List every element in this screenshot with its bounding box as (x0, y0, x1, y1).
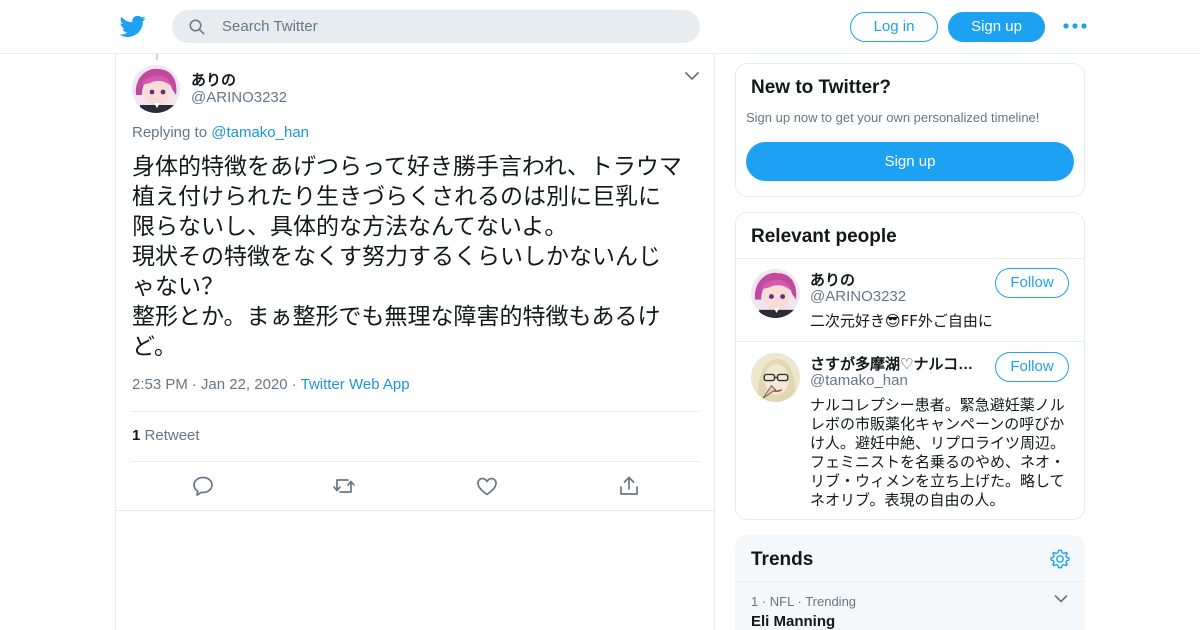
trends-title: Trends (751, 549, 814, 570)
twitter-bird-logo-icon[interactable] (120, 13, 146, 39)
follow-button[interactable]: Follow (995, 268, 1069, 298)
retweet-stats-label: Retweet (144, 427, 200, 444)
replying-to-line: Replying to @tamako_han (132, 124, 309, 141)
person-avatar[interactable] (751, 269, 800, 318)
sidebar-signup-button[interactable]: Sign up (746, 142, 1074, 181)
divider (131, 411, 700, 412)
trends-card: Trends 1 · NFL · Trending Eli Manning (735, 535, 1085, 630)
trend-meta: 1 · NFL · Trending (751, 594, 857, 609)
person-bio: ナルコレプシー患者。緊急避妊薬ノルレボの市販薬化キャンペーンの呼びかけ人。避妊中… (810, 396, 1066, 509)
tweet-text: 身体的特徴をあげつらって好き勝手言われ、トラウマ 植え付けられたり生きづらくされ… (132, 154, 682, 360)
new-to-twitter-title: New to Twitter? (751, 77, 892, 98)
thread-connector-line (156, 54, 158, 60)
person-handle[interactable]: @ARINO3232 (810, 288, 906, 305)
retweet-count: 1 (132, 427, 141, 444)
trend-category: NFL (769, 594, 794, 609)
search-input[interactable] (222, 10, 682, 43)
divider (736, 341, 1084, 342)
new-to-twitter-subtitle: Sign up now to get your own personalized… (746, 110, 1040, 125)
author-name[interactable]: ありの (191, 69, 236, 90)
retweet-stats[interactable]: 1 Retweet (132, 427, 200, 444)
relevant-people-title: Relevant people (751, 226, 897, 247)
relevant-people-card: Relevant people ありの @ARINO3232 二次元好き😎FF外… (735, 212, 1085, 520)
more-options-icon[interactable] (1062, 18, 1088, 34)
top-navigation-bar: Log in Sign up (0, 0, 1200, 54)
reply-icon[interactable] (191, 474, 215, 498)
like-heart-icon[interactable] (475, 474, 499, 498)
anime-avatar-icon (751, 269, 800, 318)
search-icon (189, 19, 205, 35)
tweet-detail-column: ありの @ARINO3232 Replying to @tamako_han 身… (115, 54, 716, 630)
tweet-source-app[interactable]: Twitter Web App (301, 376, 410, 393)
tweet-bottom-border (116, 510, 716, 511)
settings-gear-icon[interactable] (1049, 548, 1071, 570)
replying-to-link[interactable]: @tamako_han (211, 124, 309, 141)
author-handle[interactable]: @ARINO3232 (191, 89, 287, 106)
login-button[interactable]: Log in (850, 12, 938, 42)
illustrated-avatar-icon (751, 353, 800, 402)
divider (736, 581, 1084, 582)
chevron-down-icon[interactable] (1054, 594, 1068, 604)
retweet-icon[interactable] (332, 474, 356, 498)
tweet-date[interactable]: Jan 22, 2020 (201, 376, 288, 393)
trend-status: Trending (805, 594, 857, 609)
trend-rank: 1 (751, 594, 759, 609)
divider (131, 461, 700, 462)
person-avatar[interactable] (751, 353, 800, 402)
signup-button[interactable]: Sign up (948, 12, 1045, 42)
replying-to-prefix: Replying to (132, 124, 208, 141)
anime-avatar-icon (132, 65, 180, 113)
person-bio: 二次元好き😎FF外ご自由に (810, 312, 993, 330)
author-avatar[interactable] (132, 65, 180, 113)
person-handle[interactable]: @tamako_han (810, 372, 908, 389)
share-icon[interactable] (617, 474, 641, 498)
person-name[interactable]: ありの (810, 269, 980, 290)
person-name[interactable]: さすが多摩湖♡ナルコレプシー (810, 353, 980, 374)
search-box[interactable] (172, 10, 700, 43)
tweet-time[interactable]: 2:53 PM (132, 376, 188, 393)
follow-button[interactable]: Follow (995, 352, 1069, 382)
chevron-down-icon[interactable] (684, 70, 700, 82)
trend-item[interactable]: Eli Manning (751, 613, 835, 630)
tweet-metadata: 2:53 PM · Jan 22, 2020 · Twitter Web App (132, 376, 410, 393)
new-to-twitter-card: New to Twitter? Sign up now to get your … (735, 63, 1085, 197)
divider (736, 258, 1084, 259)
